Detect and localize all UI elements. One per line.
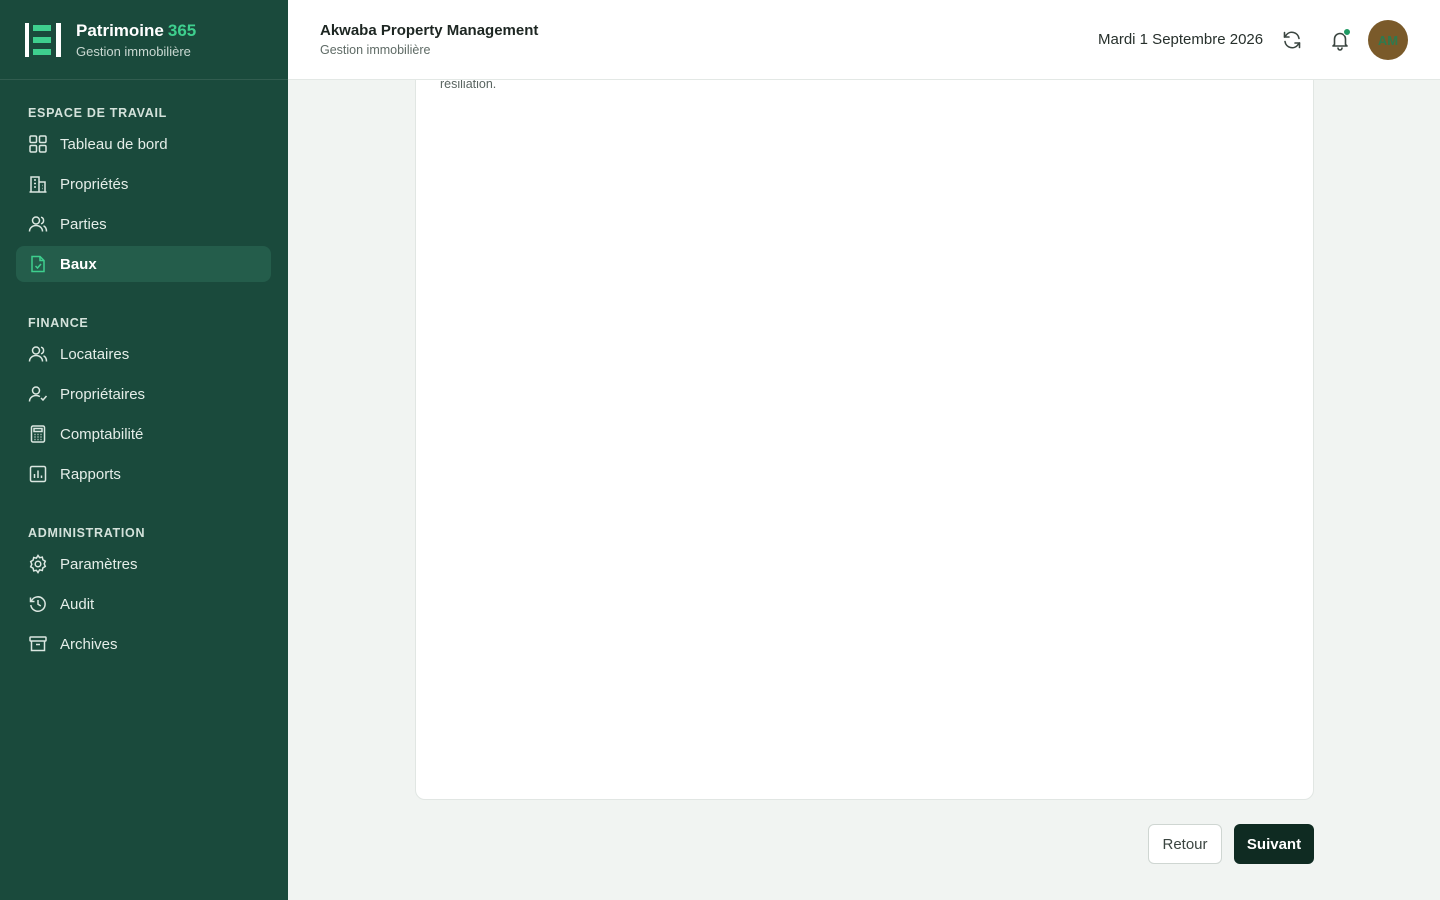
- ledger-logo-icon: [25, 22, 61, 57]
- sidebar-item-dashboard[interactable]: Tableau de bord: [16, 126, 271, 162]
- users-icon: [28, 344, 48, 364]
- sidebar-item-label: Archives: [60, 635, 118, 653]
- brand-title: Patrimoine 365: [76, 21, 196, 41]
- refresh-icon: [1283, 31, 1301, 49]
- sidebar-item-label: Paramètres: [60, 555, 138, 573]
- sidebar-item-owners[interactable]: Propriétaires: [16, 376, 271, 412]
- brand-name: Patrimoine: [76, 20, 164, 40]
- history-icon: [28, 594, 48, 614]
- back-button[interactable]: Retour: [1148, 824, 1222, 864]
- sidebar-item-label: Locataires: [60, 345, 130, 363]
- bar-chart-icon: [28, 464, 48, 484]
- section-title-finance: FINANCE: [28, 316, 89, 330]
- brand-subtitle: Gestion immobilière: [76, 43, 191, 59]
- content-card: résiliation.: [415, 40, 1314, 800]
- sidebar-item-label: Rapports: [60, 465, 121, 483]
- document-check-icon: [28, 254, 48, 274]
- building-icon: [28, 174, 48, 194]
- notifications-button[interactable]: [1328, 28, 1352, 52]
- sidebar-item-tenants[interactable]: Locataires: [16, 336, 271, 372]
- sidebar-item-properties[interactable]: Propriétés: [16, 166, 271, 202]
- avatar[interactable]: AM: [1368, 20, 1408, 60]
- gear-icon: [28, 554, 48, 574]
- brand-text: Patrimoine 365 Gestion immobilière: [76, 21, 196, 59]
- section-title-workspace: ESPACE DE TRAVAIL: [28, 106, 167, 120]
- org-name: Akwaba Property Management: [320, 22, 539, 39]
- brand: Patrimoine 365 Gestion immobilière: [0, 0, 288, 80]
- grid-icon: [28, 134, 48, 154]
- sidebar-item-label: Tableau de bord: [60, 135, 168, 153]
- sidebar-item-label: Propriétaires: [60, 385, 146, 403]
- sidebar-item-label: Baux: [60, 255, 97, 273]
- sidebar-item-parties[interactable]: Parties: [16, 206, 271, 242]
- users-icon: [28, 214, 48, 234]
- current-date: Mardi 1 Septembre 2026: [1098, 31, 1264, 48]
- sidebar-item-accounting[interactable]: Comptabilité: [16, 416, 271, 452]
- sidebar-item-archives[interactable]: Archives: [16, 626, 271, 662]
- sidebar-item-label: Comptabilité: [60, 425, 144, 443]
- next-button[interactable]: Suivant: [1234, 824, 1314, 864]
- notification-dot: [1343, 28, 1351, 36]
- brand-accent: 365: [167, 20, 197, 40]
- sidebar-item-audit[interactable]: Audit: [16, 586, 271, 622]
- archive-icon: [28, 634, 48, 654]
- org-subtitle: Gestion immobilière: [320, 43, 431, 57]
- sidebar-item-label: Parties: [60, 215, 107, 233]
- calculator-icon: [28, 424, 48, 444]
- sidebar-item-label: Audit: [60, 595, 95, 613]
- sidebar-item-settings[interactable]: Paramètres: [16, 546, 271, 582]
- sidebar-item-label: Propriétés: [60, 175, 129, 193]
- refresh-button[interactable]: [1280, 28, 1304, 52]
- topbar: Akwaba Property Management Gestion immob…: [288, 0, 1440, 80]
- sidebar: Patrimoine 365 Gestion immobilière ESPACE…: [0, 0, 288, 900]
- section-title-administration: ADMINISTRATION: [28, 526, 146, 540]
- sidebar-item-leases[interactable]: Baux: [16, 246, 271, 282]
- sidebar-item-reports[interactable]: Rapports: [16, 456, 271, 492]
- user-check-icon: [28, 384, 48, 404]
